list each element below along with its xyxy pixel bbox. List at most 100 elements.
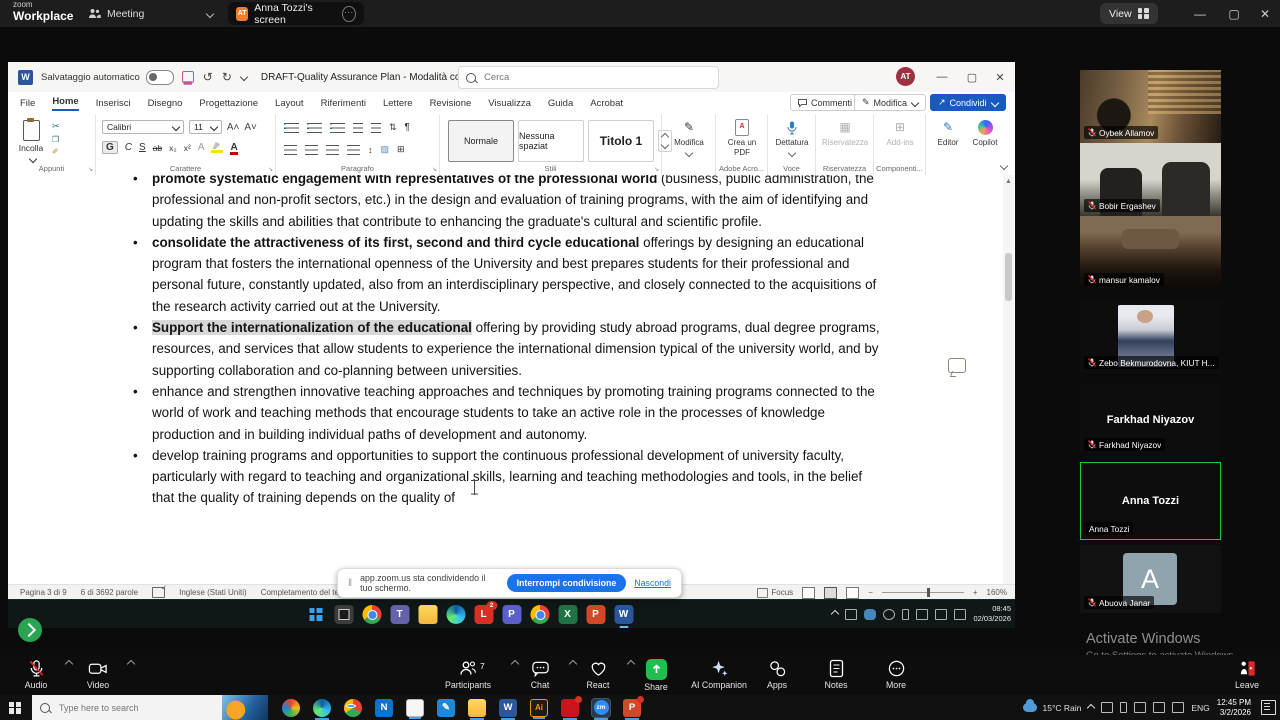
hidden-icon[interactable] [845, 609, 857, 620]
tray-chevron-icon[interactable] [1087, 703, 1095, 711]
word-count[interactable]: 6 di 3692 parole [81, 588, 138, 597]
copy-icon[interactable]: ❐ [52, 135, 60, 144]
language-indicator[interactable]: ENG [1191, 703, 1209, 713]
editing-mode-button[interactable]: ✎ Modifica [854, 94, 926, 111]
copilot-button[interactable]: Copilot [966, 119, 1004, 148]
participants-button[interactable]: 7 Participants [432, 659, 504, 690]
menu-file[interactable]: File [20, 98, 35, 109]
chat-button[interactable]: Chat [516, 659, 564, 690]
pilcrow-icon[interactable]: ¶ [405, 122, 410, 133]
mic-tray-icon[interactable] [1120, 702, 1127, 713]
wifi-icon[interactable] [916, 609, 928, 620]
editor-button[interactable]: ✎ Editor [930, 119, 966, 148]
language-indicator[interactable]: Inglese (Stati Uniti) [179, 588, 247, 597]
save-icon[interactable]: ▂ [182, 71, 194, 83]
office-icon[interactable] [282, 699, 300, 717]
video-button[interactable]: Video [74, 659, 122, 690]
strikethrough-button[interactable]: ab [153, 143, 162, 153]
zoom-slider-thumb[interactable] [927, 588, 930, 597]
menu-visualizza[interactable]: Visualizza [488, 98, 531, 109]
dictate-button[interactable]: Dettatura [769, 119, 815, 158]
more-button[interactable]: More [872, 659, 920, 690]
participant-tile[interactable]: Bobir Ergashev [1080, 143, 1221, 216]
font-size-select[interactable]: 11 [189, 120, 222, 134]
undo-icon[interactable]: ↺ [203, 70, 213, 84]
leave-button[interactable]: Leave [1222, 659, 1272, 690]
style-no-spacing[interactable]: Nessuna spaziat [518, 120, 584, 162]
zoom-slider[interactable] [882, 592, 964, 594]
scrollbar-thumb[interactable] [1005, 253, 1012, 301]
menu-home[interactable]: Home [52, 96, 78, 111]
increase-indent-icon[interactable] [371, 123, 381, 133]
share-screen-button[interactable]: Share [632, 659, 680, 692]
autosave-toggle[interactable] [146, 70, 174, 85]
audio-button[interactable]: Audio [12, 659, 60, 690]
decrease-indent-icon[interactable] [353, 123, 363, 133]
more-options-icon[interactable]: ··· [342, 6, 356, 22]
security-tray-icon[interactable] [1101, 702, 1113, 713]
l-app-icon[interactable]: L2 [474, 605, 493, 624]
pen-icon[interactable] [954, 609, 966, 620]
superscript-button[interactable]: x² [184, 143, 191, 153]
comment-marker-icon[interactable] [948, 358, 966, 373]
bold-button[interactable]: G [102, 141, 118, 154]
zoom-in-icon[interactable]: + [973, 588, 978, 597]
chrome-icon[interactable] [362, 605, 381, 624]
word-search-input[interactable] [482, 71, 711, 84]
read-mode-icon[interactable] [802, 587, 815, 599]
borders-icon[interactable]: ⊞ [397, 144, 405, 155]
menu-riferimenti[interactable]: Riferimenti [321, 98, 366, 109]
participant-tile-active-speaker[interactable]: Anna Tozzi Anna Tozzi [1080, 462, 1221, 540]
tray-chevron-icon[interactable] [831, 610, 839, 618]
align-center-icon[interactable] [305, 145, 318, 155]
numbered-list-icon[interactable] [307, 123, 322, 133]
grow-font-icon[interactable]: A˄ [227, 122, 240, 133]
menu-disegno[interactable]: Disegno [148, 98, 183, 109]
multilevel-list-icon[interactable] [330, 123, 345, 133]
powerpoint-icon[interactable]: P [623, 699, 641, 717]
align-right-icon[interactable] [326, 145, 339, 155]
apps-button[interactable]: Apps [754, 659, 800, 690]
word-minimize-button[interactable]: — [926, 62, 958, 92]
justify-icon[interactable] [347, 145, 360, 155]
taskbar-search-input[interactable] [57, 702, 201, 714]
qat-chevron-icon[interactable] [240, 73, 248, 81]
format-painter-icon[interactable]: ✐ [52, 147, 60, 156]
document-canvas[interactable]: promote systematic engagement with repre… [8, 175, 1015, 585]
audio-options-chevron[interactable] [65, 660, 73, 668]
hide-link[interactable]: Nascondi [634, 578, 671, 588]
paste-button[interactable]: Incolla [14, 120, 48, 163]
people-app-icon[interactable]: P [502, 605, 521, 624]
scroll-up-icon[interactable]: ▲ [1005, 178, 1012, 185]
menu-layout[interactable]: Layout [275, 98, 304, 109]
view-button[interactable]: View [1100, 3, 1158, 24]
focus-button[interactable]: Focus [757, 588, 793, 598]
participant-tile[interactable]: Farkhad Niyazov Farkhad Niyazov [1080, 385, 1221, 455]
volume-icon[interactable] [935, 609, 947, 620]
volume-icon[interactable] [1153, 702, 1165, 713]
edge-icon[interactable] [313, 699, 331, 717]
participant-tile[interactable]: A Abuova Janar [1080, 545, 1221, 613]
menu-inserisci[interactable]: Inserisci [96, 98, 131, 109]
powerpoint-icon[interactable]: P [586, 605, 605, 624]
tab-annas-screen[interactable]: AT Anna Tozzi's screen ··· [228, 2, 364, 25]
page-indicator[interactable]: Pagina 3 di 9 [20, 588, 67, 597]
create-pdf-button[interactable]: A Crea un PDF [719, 119, 765, 158]
tab-meeting[interactable]: Meeting [88, 4, 144, 23]
dialog-launcher-icon[interactable]: ↘ [432, 166, 437, 173]
taskbar-search[interactable] [32, 695, 268, 720]
file-explorer-icon[interactable] [418, 605, 437, 624]
notes-button[interactable]: Notes [812, 659, 860, 690]
ai-companion-button[interactable]: AI Companion [684, 659, 754, 690]
document-scrollbar[interactable]: ▲ [1003, 175, 1014, 585]
account-avatar[interactable]: AT [896, 67, 915, 86]
file-explorer-icon[interactable] [468, 699, 486, 717]
shrink-font-icon[interactable]: A˅ [244, 122, 257, 133]
highlight-color-button[interactable] [211, 142, 223, 153]
zoom-annotation-button[interactable] [18, 618, 42, 642]
react-button[interactable]: React [574, 659, 622, 690]
zoom-out-icon[interactable]: − [868, 588, 873, 597]
style-heading1[interactable]: Titolo 1 [588, 120, 654, 162]
text-effects-button[interactable]: A [198, 142, 205, 153]
menu-guida[interactable]: Guida [548, 98, 573, 109]
